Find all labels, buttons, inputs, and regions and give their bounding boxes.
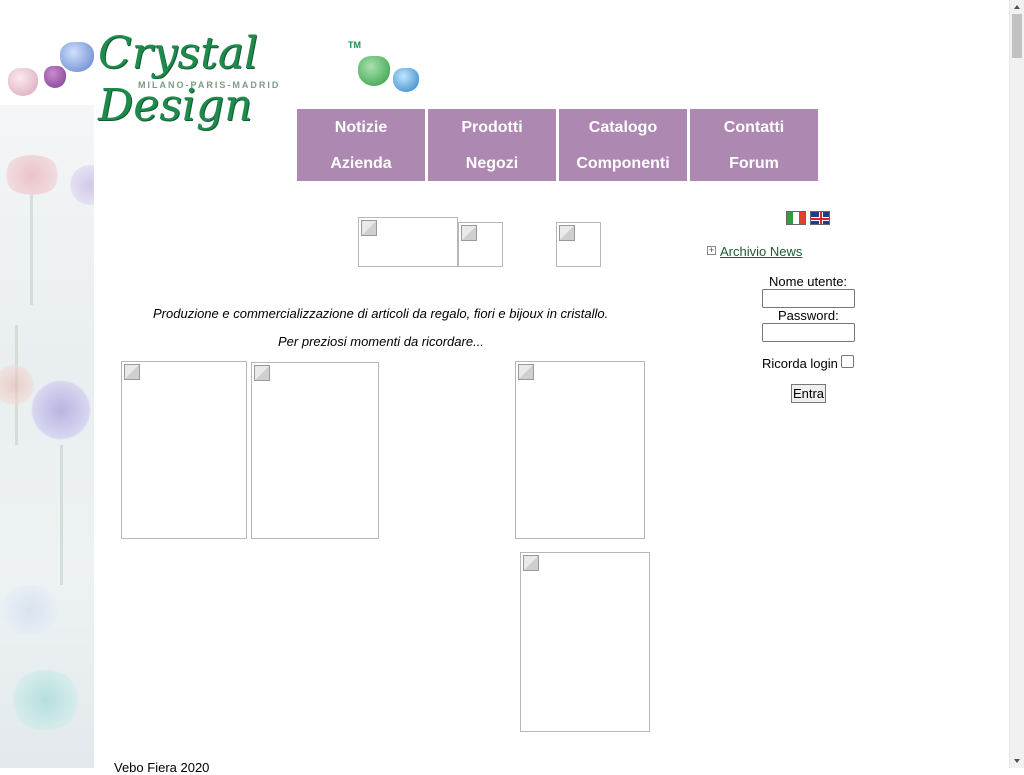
scroll-up-arrow-icon[interactable] [1010,0,1024,14]
nav-cell-4: Contatti Forum [690,109,818,181]
main-navigation: Notizie Azienda Prodotti Negozi Catalogo… [297,109,818,181]
purple-gem-icon [44,66,66,88]
broken-image-banner-3 [556,222,601,267]
broken-image-product-3[interactable] [515,361,645,539]
crystal-design-logo[interactable]: Crystal Design TM MILANO-PARIS-MADRID [8,28,420,131]
logo-trademark: TM [348,40,361,50]
english-flag-icon[interactable] [810,211,830,225]
pink-gem-icon [8,68,38,96]
company-tagline: Produzione e commercializzazione di arti… [153,306,609,321]
password-label: Password: [778,308,839,323]
remember-login-label: Ricorda login [762,356,838,371]
nav-cell-3: Catalogo Componenti [559,109,687,181]
broken-image-product-2[interactable] [251,362,379,539]
nav-cell-1: Notizie Azienda [297,109,425,181]
nav-cell-2: Prodotti Negozi [428,109,556,181]
nav-link-forum[interactable]: Forum [690,155,818,173]
nav-link-notizie[interactable]: Notizie [297,119,425,137]
nav-link-contatti[interactable]: Contatti [690,119,818,137]
broken-image-product-4[interactable] [520,552,650,732]
vertical-scrollbar[interactable] [1009,0,1024,768]
italian-flag-icon[interactable] [786,211,806,225]
aqua-gem-icon [393,68,419,92]
blue-gem-icon [60,42,94,72]
broken-image-banner-2 [458,222,503,267]
logo-cities: MILANO-PARIS-MADRID [138,80,281,90]
username-input[interactable] [762,289,855,308]
nav-link-catalogo[interactable]: Catalogo [559,119,687,137]
password-input[interactable] [762,323,855,342]
nav-link-negozi[interactable]: Negozi [428,155,556,173]
login-button[interactable]: Entra [791,384,826,403]
nav-link-prodotti[interactable]: Prodotti [428,119,556,137]
broken-image-product-1[interactable] [121,361,247,539]
scrollbar-thumb[interactable] [1012,14,1022,58]
scroll-down-arrow-icon[interactable] [1010,754,1024,768]
username-label: Nome utente: [769,274,848,289]
expand-plus-icon[interactable]: + [707,246,716,255]
broken-image-banner-1 [358,217,458,267]
news-archive-link[interactable]: Archivio News [720,244,802,259]
green-gem-icon [358,56,390,86]
nav-link-azienda[interactable]: Azienda [297,155,425,173]
remember-login-checkbox[interactable] [841,355,854,368]
nav-link-componenti[interactable]: Componenti [559,155,687,173]
decorative-flower-strip [0,105,94,768]
company-slogan: Per preziosi momenti da ricordare... [278,334,484,349]
